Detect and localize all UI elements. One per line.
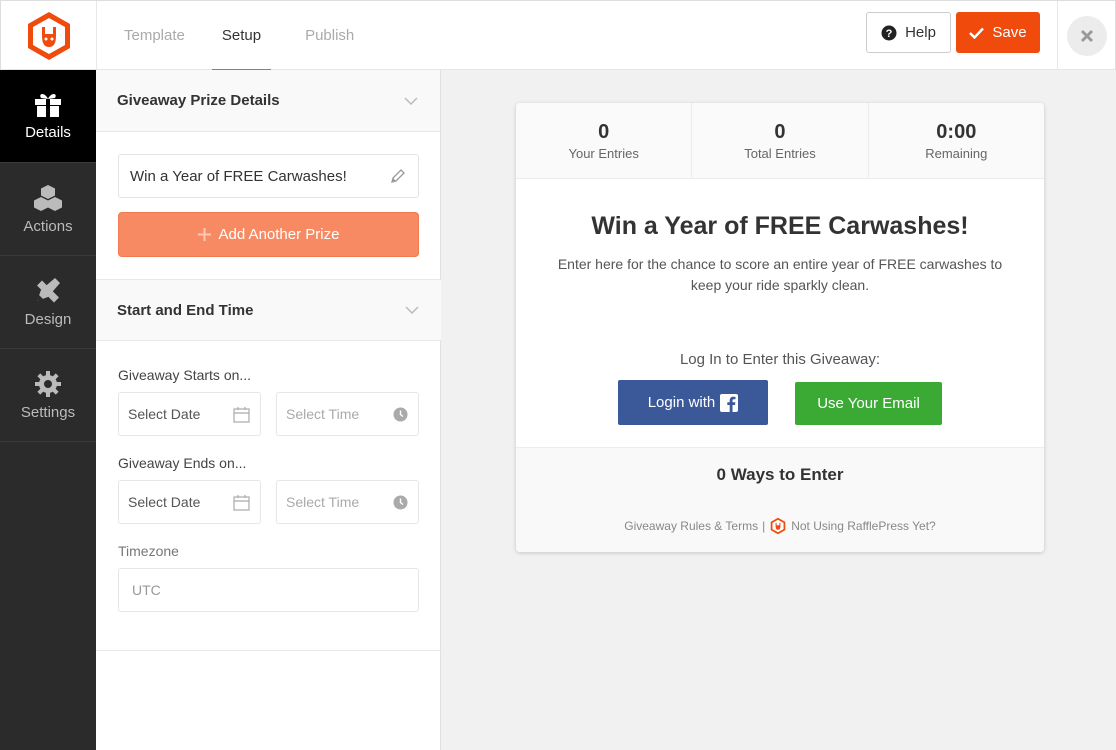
sidebar-item-label: Design bbox=[24, 310, 72, 328]
close-area bbox=[1057, 1, 1116, 70]
tab-publish[interactable]: Publish bbox=[305, 1, 354, 70]
login-facebook-label: Login with bbox=[647, 394, 716, 411]
cubes-icon bbox=[34, 184, 62, 211]
section-title: Start and End Time bbox=[117, 301, 254, 319]
settings-panel: Giveaway Prize Details Win a Year of FRE… bbox=[96, 70, 441, 750]
stat-label: Your Entries bbox=[568, 145, 639, 161]
sidebar-item-design[interactable]: Design bbox=[0, 256, 96, 349]
login-facebook-button[interactable]: Login with bbox=[618, 380, 768, 425]
stat-total-entries: 0 Total Entries bbox=[692, 103, 869, 178]
pencil-ruler-icon bbox=[37, 277, 60, 302]
chevron-down-icon bbox=[404, 96, 418, 105]
stat-value: 0:00 bbox=[936, 120, 977, 143]
giveaway-description: Enter here for the chance to score an en… bbox=[557, 256, 1003, 293]
stat-label: Total Entries bbox=[744, 145, 816, 161]
calendar-icon bbox=[233, 406, 250, 423]
top-tabs: Template Setup Publish bbox=[97, 1, 354, 71]
section-title: Giveaway Prize Details bbox=[117, 92, 280, 109]
giveaway-title: Win a Year of FREE Carwashes! bbox=[591, 212, 969, 240]
stat-value: 0 bbox=[774, 120, 786, 143]
clock-icon bbox=[393, 495, 408, 509]
footer-links: Giveaway Rules & Terms | Not Using Raffl… bbox=[516, 517, 1044, 535]
clock-icon bbox=[393, 407, 408, 421]
close-button[interactable] bbox=[1067, 15, 1107, 56]
question-circle-icon: ? bbox=[881, 25, 897, 40]
use-email-button[interactable]: Use Your Email bbox=[795, 382, 942, 425]
stat-label: Remaining bbox=[925, 145, 988, 161]
logo[interactable] bbox=[1, 1, 97, 70]
add-prize-button[interactable]: Add Another Prize bbox=[118, 212, 419, 257]
timezone-label: Timezone bbox=[118, 543, 179, 559]
login-prompt: Log In to Enter this Giveaway: bbox=[679, 351, 881, 368]
prize-name-field[interactable]: Win a Year of FREE Carwashes! bbox=[118, 154, 419, 198]
sidebar-item-details[interactable]: Details bbox=[0, 70, 96, 163]
prize-name-value: Win a Year of FREE Carwashes! bbox=[130, 167, 347, 185]
start-time-placeholder: Select Time bbox=[286, 406, 360, 422]
help-button[interactable]: ? Help bbox=[866, 12, 951, 53]
rafflepress-logo-icon bbox=[27, 11, 70, 60]
left-nav: Details Actions Design Settings bbox=[0, 70, 96, 750]
ends-label: Giveaway Ends on... bbox=[118, 455, 247, 471]
card-footer: 0 Ways to Enter Giveaway Rules & Terms |… bbox=[516, 447, 1044, 552]
save-button[interactable]: Save bbox=[956, 12, 1040, 53]
tab-template[interactable]: Template bbox=[124, 1, 185, 70]
gear-icon bbox=[35, 370, 61, 397]
end-date-field[interactable]: Select Date bbox=[118, 480, 261, 524]
ways-to-enter: 0 Ways to Enter bbox=[716, 465, 844, 484]
start-date-field[interactable]: Select Date bbox=[118, 392, 261, 436]
footer-separator: | bbox=[762, 519, 766, 533]
rules-link[interactable]: Giveaway Rules & Terms bbox=[624, 519, 758, 533]
top-bar: Template Setup Publish ? Help Save bbox=[0, 0, 1116, 71]
tab-setup[interactable]: Setup bbox=[211, 1, 272, 71]
timezone-value: UTC bbox=[132, 582, 161, 598]
time-section-header[interactable]: Start and End Time bbox=[96, 279, 441, 341]
end-date-placeholder: Select Date bbox=[128, 494, 201, 510]
prize-section-header[interactable]: Giveaway Prize Details bbox=[96, 70, 440, 132]
chevron-down-icon bbox=[405, 306, 419, 314]
close-icon bbox=[1080, 29, 1094, 42]
end-time-placeholder: Select Time bbox=[286, 494, 360, 510]
rafflepress-logo-icon bbox=[770, 517, 786, 535]
panel-divider bbox=[96, 650, 441, 651]
stats-bar: 0 Your Entries 0 Total Entries 0:00 Rema… bbox=[516, 103, 1044, 179]
giveaway-preview-card: 0 Your Entries 0 Total Entries 0:00 Rema… bbox=[516, 103, 1044, 552]
stat-value: 0 bbox=[598, 120, 610, 143]
pencil-icon[interactable] bbox=[390, 168, 406, 184]
help-label: Help bbox=[905, 24, 936, 41]
sidebar-item-label: Actions bbox=[23, 217, 73, 235]
sidebar-item-label: Details bbox=[25, 123, 71, 141]
stat-remaining: 0:00 Remaining bbox=[869, 103, 1044, 178]
sidebar-item-actions[interactable]: Actions bbox=[0, 163, 96, 256]
plus-icon bbox=[197, 228, 211, 241]
save-label: Save bbox=[992, 24, 1027, 41]
stat-your-entries: 0 Your Entries bbox=[516, 103, 693, 178]
gift-icon bbox=[35, 93, 61, 117]
facebook-icon bbox=[720, 393, 739, 412]
promo-link[interactable]: Not Using RafflePress Yet? bbox=[791, 519, 936, 533]
calendar-icon bbox=[233, 494, 250, 511]
sidebar-item-settings[interactable]: Settings bbox=[0, 349, 96, 442]
add-prize-label: Add Another Prize bbox=[218, 226, 340, 243]
timezone-field[interactable]: UTC bbox=[118, 568, 419, 612]
start-date-placeholder: Select Date bbox=[128, 406, 201, 422]
sidebar-item-label: Settings bbox=[20, 403, 76, 421]
start-time-field[interactable]: Select Time bbox=[276, 392, 419, 436]
end-time-field[interactable]: Select Time bbox=[276, 480, 419, 524]
check-icon bbox=[969, 27, 985, 39]
svg-text:?: ? bbox=[886, 28, 893, 40]
starts-label: Giveaway Starts on... bbox=[118, 367, 252, 383]
